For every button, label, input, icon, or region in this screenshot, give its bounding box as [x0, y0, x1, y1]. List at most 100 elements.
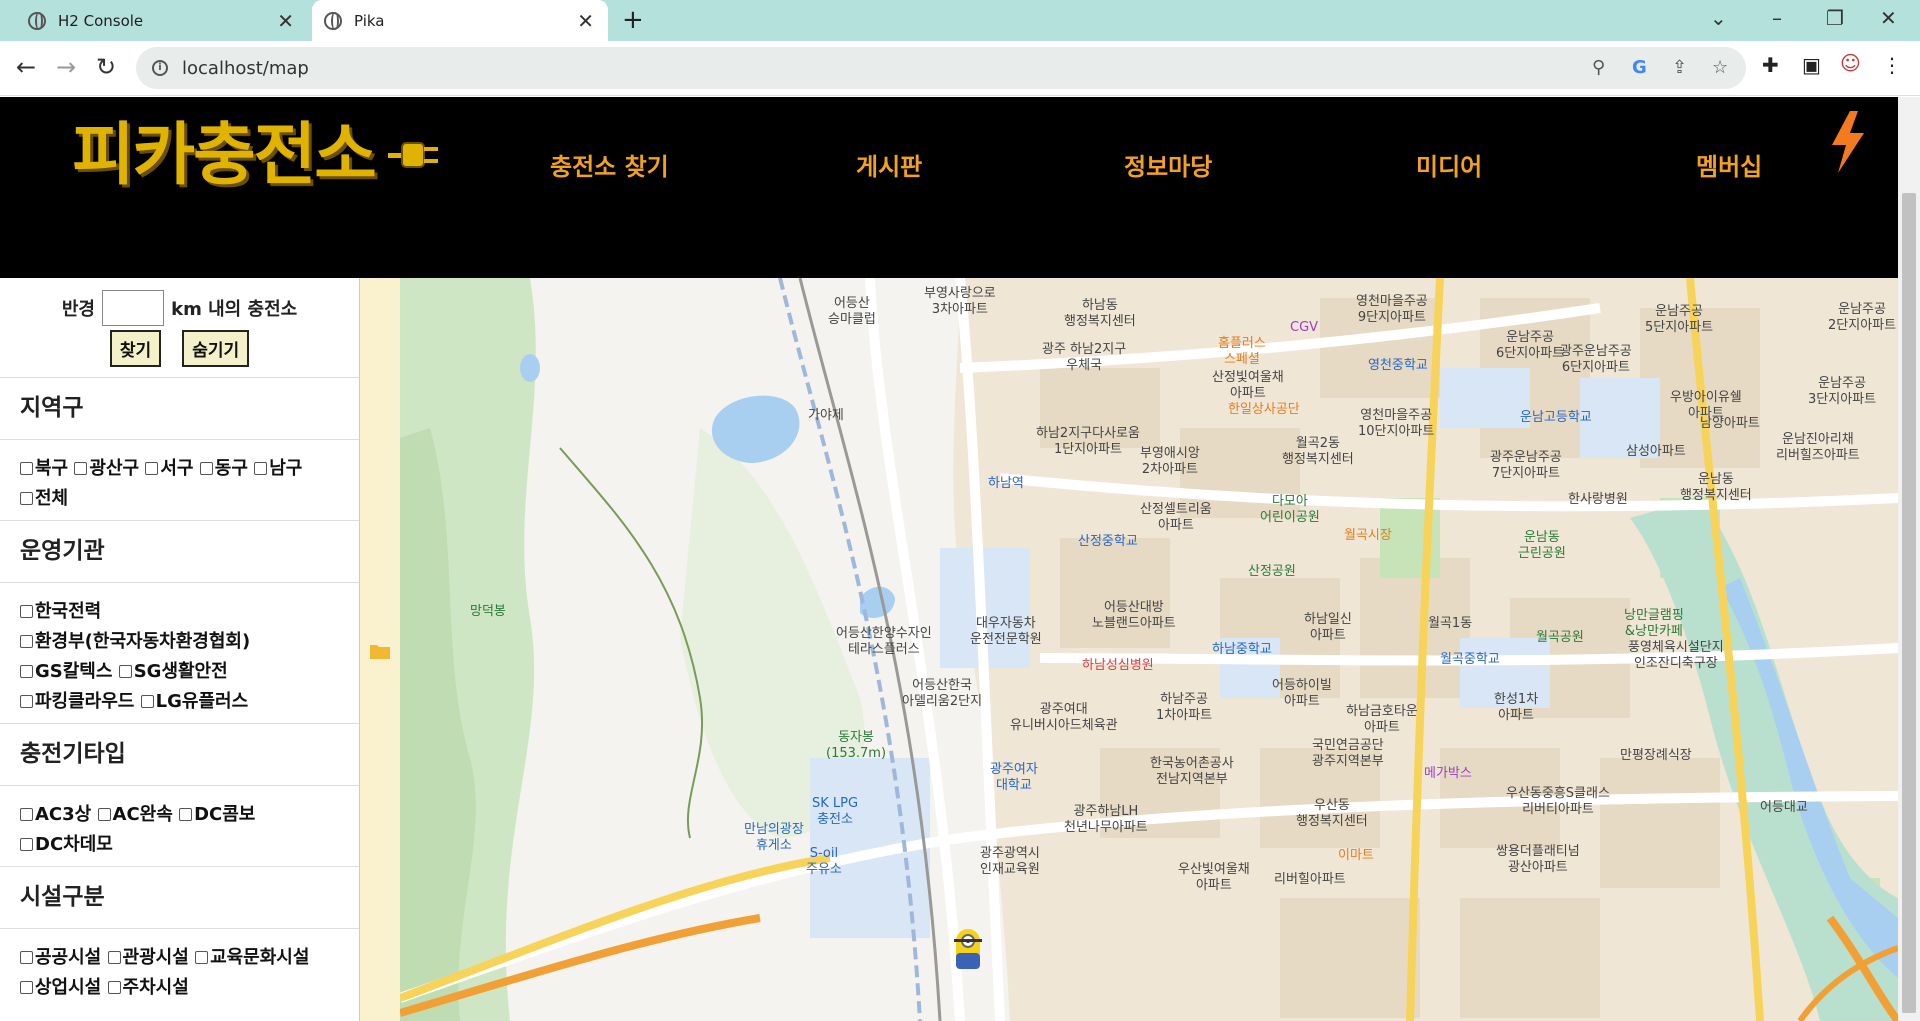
map-place-label[interactable]: 동자봉 (153.7m): [826, 730, 886, 762]
map-place-label[interactable]: 운남주공 3단지아파트: [1808, 376, 1876, 408]
bookmark-star-icon[interactable]: ☆: [1712, 57, 1728, 78]
map-place-label[interactable]: 하남동 행정복지센터: [1064, 298, 1136, 330]
map-place-label[interactable]: 광주운남주공 7단지아파트: [1490, 450, 1562, 482]
map-place-label[interactable]: 어등산대방 노블랜드아파트: [1092, 600, 1176, 632]
map-place-label[interactable]: 부영애시앙 2차아파트: [1140, 446, 1200, 478]
map-place-label[interactable]: 다모아 어린이공원: [1260, 494, 1320, 526]
find-button[interactable]: 찾기: [109, 330, 162, 367]
map-place-label[interactable]: 월곡2동 행정복지센터: [1282, 436, 1354, 468]
map-place-label[interactable]: 어등산한양수자인 테라스플러스: [836, 626, 932, 658]
map-place-label[interactable]: 광주광역시 인재교육원: [980, 846, 1040, 878]
checkbox-operator-sg[interactable]: SG생활안전: [118, 661, 228, 682]
map-place-label[interactable]: S-oil 주유소: [806, 846, 842, 878]
map-place-label[interactable]: 영천중학교: [1368, 358, 1428, 374]
map-place-label[interactable]: 운남주공 6단지아파트: [1496, 330, 1564, 362]
checkbox-operator-parkingcloud[interactable]: 파킹클라우드: [20, 691, 134, 712]
map-place-label[interactable]: 어등산한국 아델리움2단지: [902, 678, 982, 710]
map-place-label[interactable]: 하남중학교: [1212, 642, 1272, 658]
checkbox-operator-me[interactable]: 환경부(한국자동차환경협회): [20, 631, 250, 652]
checkbox-facility-public[interactable]: 공공시설: [20, 947, 101, 968]
map-place-label[interactable]: 쌍용더플래티넘 광산아파트: [1496, 844, 1580, 876]
tab-search-icon[interactable]: ⌄: [1710, 6, 1727, 30]
nav-board[interactable]: 게시판: [856, 147, 922, 182]
map-place-label[interactable]: 삼성아파트: [1626, 444, 1686, 460]
map-place-label[interactable]: 월곡1동: [1428, 616, 1472, 632]
nav-membership[interactable]: 멤버십: [1696, 147, 1762, 182]
back-icon[interactable]: ←: [16, 53, 36, 81]
map-place-label[interactable]: 대우자동차 운전전문학원: [970, 616, 1042, 648]
side-panel-icon[interactable]: ▣: [1802, 53, 1821, 77]
map-place-label[interactable]: 우산동중흥S클래스 리버티아파트: [1506, 786, 1610, 818]
map-place-label[interactable]: 산정중학교: [1078, 534, 1138, 550]
map-place-label[interactable]: 영천마을주공 10단지아파트: [1358, 408, 1434, 440]
map-place-label[interactable]: SK LPG 충전소: [812, 796, 858, 828]
checkbox-type-dc-chademo[interactable]: DC차데모: [20, 834, 113, 855]
map-place-label[interactable]: 어등대교: [1760, 800, 1808, 816]
map-place-label[interactable]: 리버힐아파트: [1274, 872, 1346, 888]
minion-marker-icon[interactable]: [948, 925, 988, 975]
checkbox-facility-parking[interactable]: 주차시설: [107, 977, 189, 998]
map-place-label[interactable]: 홈플러스 스페셜: [1218, 336, 1266, 368]
extensions-icon[interactable]: ✚: [1762, 53, 1779, 77]
map-place-label[interactable]: 망덕봉: [470, 604, 506, 620]
map-place-label[interactable]: 운남동 행정복지센터: [1680, 472, 1752, 504]
map-place-label[interactable]: 낭만글램핑 &낭만카페: [1624, 608, 1684, 640]
map-place-label[interactable]: 풍영체육시설단지 인조잔디축구장: [1628, 640, 1724, 672]
map-place-label[interactable]: 광주여대 유니버시아드체육관: [1010, 702, 1118, 734]
forward-icon[interactable]: →: [56, 53, 76, 81]
page-scrollbar[interactable]: [1898, 97, 1920, 1021]
checkbox-type-dc-combo[interactable]: DC콤보: [179, 804, 255, 825]
map-place-label[interactable]: 한사랑병원: [1568, 492, 1628, 508]
checkbox-facility-culture[interactable]: 교육문화시설: [195, 947, 309, 968]
map-place-label[interactable]: CGV: [1290, 320, 1318, 336]
site-logo[interactable]: 피카충전소: [72, 99, 377, 198]
hide-button[interactable]: 숨기기: [182, 330, 250, 367]
map-place-label[interactable]: 광주하남LH 천년나무아파트: [1064, 804, 1148, 836]
checkbox-district-dong[interactable]: 동구: [199, 458, 248, 479]
map-place-label[interactable]: 영천마을주공 9단지아파트: [1356, 294, 1428, 326]
maximize-icon[interactable]: ❐: [1826, 6, 1844, 30]
map-place-label[interactable]: 운남고등학교: [1520, 410, 1592, 426]
radius-input[interactable]: [102, 290, 165, 326]
checkbox-type-ac-slow[interactable]: AC완속: [97, 804, 173, 825]
map-place-label[interactable]: 국민연금공단 광주지역본부: [1312, 738, 1384, 770]
map-place-label[interactable]: 이마트: [1338, 848, 1374, 864]
map-place-label[interactable]: 부영사랑으로 3차아파트: [924, 286, 996, 318]
map-place-label[interactable]: 광주 하남2지구 우체국: [1042, 342, 1126, 374]
map-place-label[interactable]: 월곡공원: [1536, 630, 1584, 646]
close-tab-icon[interactable]: ✕: [577, 11, 594, 31]
map-place-label[interactable]: 어등산 승마클럽: [828, 296, 876, 328]
tab-h2-console[interactable]: H2 Console ✕: [8, 0, 308, 41]
map-place-label[interactable]: 하남주공 1차아파트: [1156, 692, 1212, 724]
share-icon[interactable]: ⇪: [1672, 57, 1687, 78]
map-place-label[interactable]: 운남진아리채 리버힐즈아파트: [1776, 432, 1860, 464]
reload-icon[interactable]: ↻: [96, 53, 116, 81]
nav-info[interactable]: 정보마당: [1124, 147, 1212, 182]
folder-icon[interactable]: [370, 643, 390, 659]
checkbox-facility-commercial[interactable]: 상업시설: [20, 977, 101, 998]
google-icon[interactable]: G: [1632, 57, 1647, 78]
map-place-label[interactable]: 하남금호타운 아파트: [1346, 704, 1418, 736]
location-icon[interactable]: ⚲: [1592, 57, 1605, 78]
lightning-bolt-icon[interactable]: [1828, 111, 1868, 173]
checkbox-district-seo[interactable]: 서구: [145, 458, 194, 479]
address-bar[interactable]: i localhost/map ⚲ G ⇪ ☆: [136, 47, 1746, 89]
tab-pika[interactable]: Pika ✕: [312, 0, 608, 41]
map-place-label[interactable]: 우산동 행정복지센터: [1296, 798, 1368, 830]
map-view[interactable]: 어등산 승마클럽 부영사랑으로 3차아파트 하남동 행정복지센터 영천마을주공 9단지아파트운…: [360, 278, 1898, 1021]
checkbox-operator-gs[interactable]: GS칼텍스: [20, 661, 112, 682]
nav-find-station[interactable]: 충전소 찾기: [550, 147, 669, 182]
nav-media[interactable]: 미디어: [1416, 147, 1482, 182]
map-place-label[interactable]: 한국농어촌공사 전남지역본부: [1150, 756, 1234, 788]
map-place-label[interactable]: 가야제: [808, 408, 844, 424]
map-place-label[interactable]: 한성1차 아파트: [1494, 692, 1538, 724]
checkbox-operator-kepco[interactable]: 한국전력: [20, 601, 101, 622]
map-place-label[interactable]: 산정빛여울채 아파트: [1212, 370, 1284, 402]
menu-kebab-icon[interactable]: ⋮: [1882, 53, 1902, 77]
scrollbar-thumb[interactable]: [1902, 193, 1916, 1013]
map-place-label[interactable]: 산정셀트리움 아파트: [1140, 502, 1212, 534]
sidebar-toggle-strip[interactable]: [360, 278, 400, 1021]
map-place-label[interactable]: 하남2지구다사로움 1단지아파트: [1036, 426, 1140, 458]
map-place-label[interactable]: 한일상사공단: [1228, 402, 1300, 418]
map-place-label[interactable]: 하남역: [988, 476, 1024, 492]
